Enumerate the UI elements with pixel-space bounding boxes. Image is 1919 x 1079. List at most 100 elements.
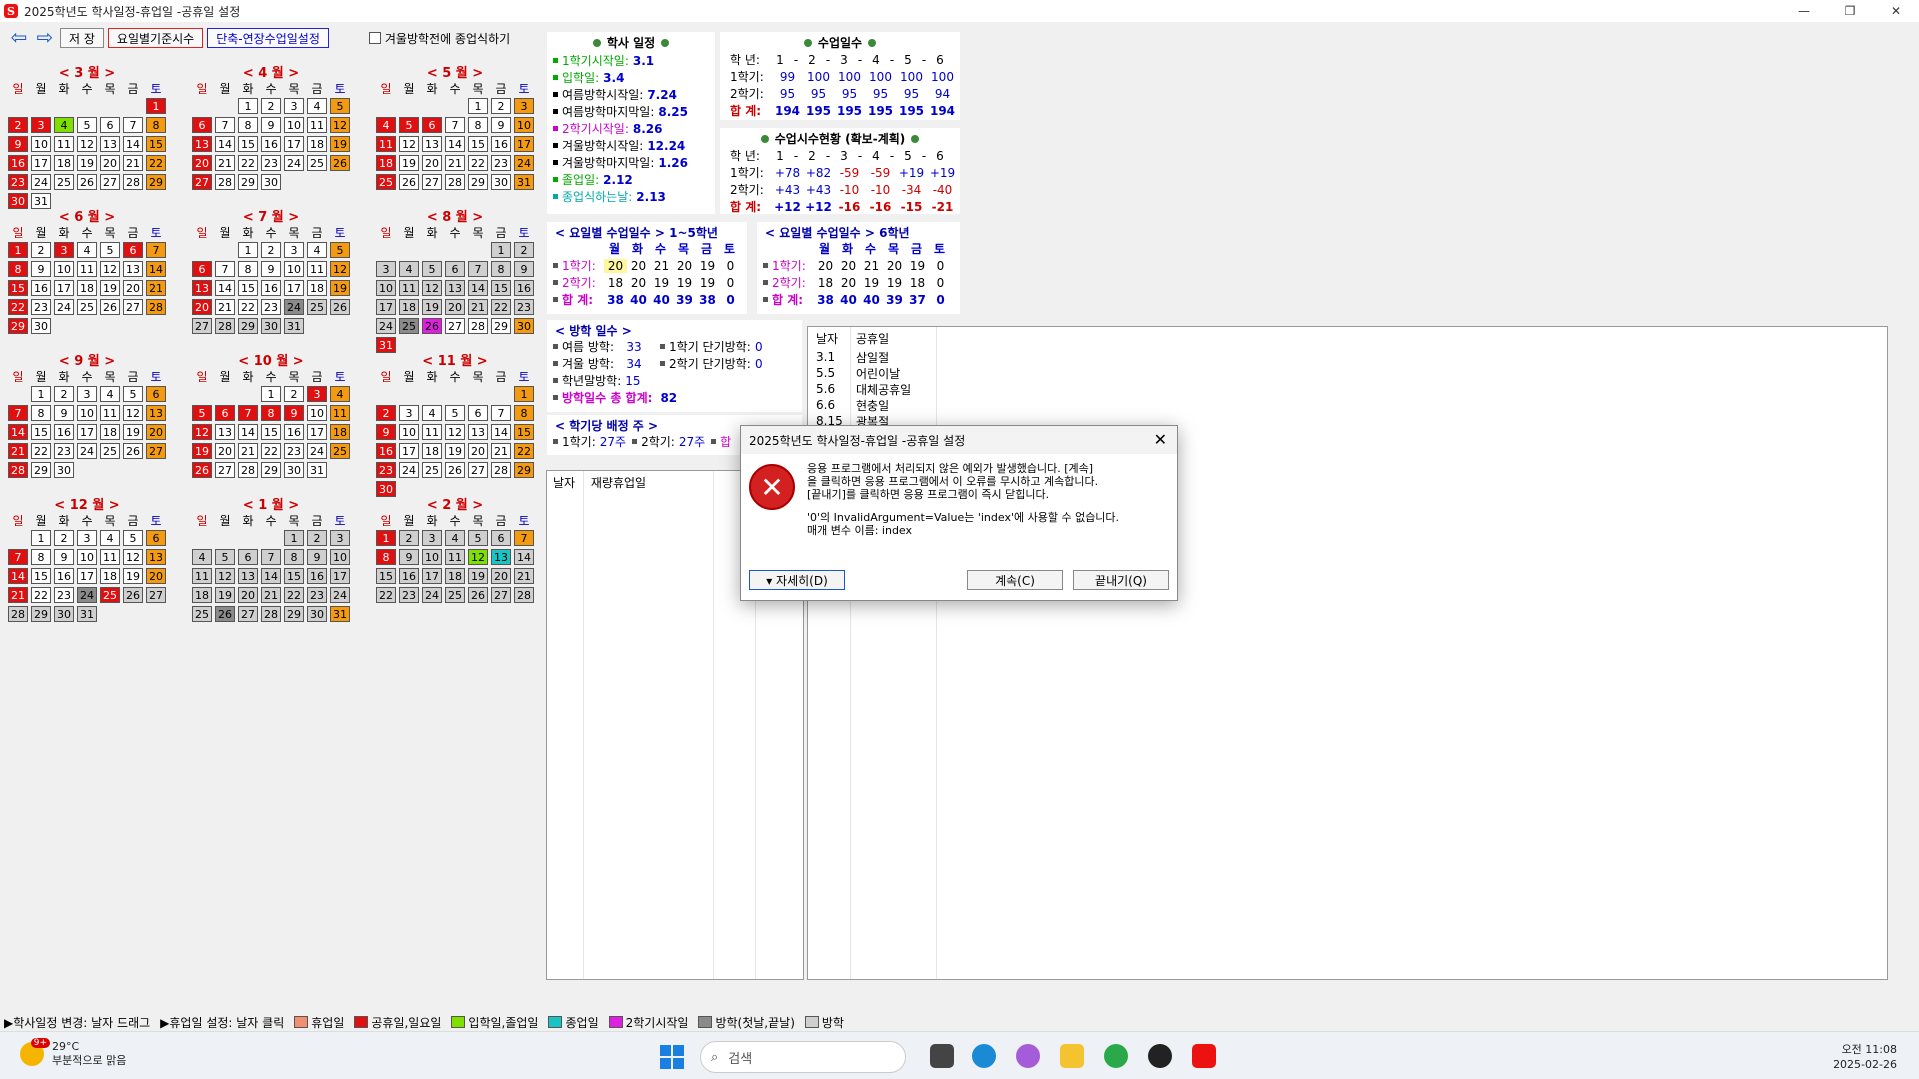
day-cell[interactable]: 24 xyxy=(31,174,51,190)
day-cell[interactable]: 23 xyxy=(376,462,396,478)
month-title[interactable]: < 10 월 > xyxy=(192,350,350,369)
day-cell[interactable]: 22 xyxy=(238,155,258,171)
day-cell[interactable]: 4 xyxy=(307,98,327,114)
day-cell[interactable]: 14 xyxy=(146,261,166,277)
day-cell[interactable]: 20 xyxy=(445,299,465,315)
day-cell[interactable]: 18 xyxy=(100,424,120,440)
day-cell[interactable]: 25 xyxy=(307,155,327,171)
day-cell[interactable]: 21 xyxy=(514,568,534,584)
day-cell[interactable]: 4 xyxy=(376,117,396,133)
day-cell[interactable]: 25 xyxy=(422,462,442,478)
day-cell[interactable]: 30 xyxy=(307,606,327,622)
weekday-standard-button[interactable]: 요일별기준시수 xyxy=(107,28,204,48)
day-cell[interactable]: 13 xyxy=(146,549,166,565)
day-cell[interactable]: 26 xyxy=(468,587,488,603)
day-cell[interactable]: 7 xyxy=(8,405,28,421)
day-cell[interactable]: 21 xyxy=(215,299,235,315)
table-row[interactable]: 6.6 현충일 xyxy=(808,397,1887,413)
day-cell[interactable]: 9 xyxy=(31,261,51,277)
day-cell[interactable]: 19 xyxy=(330,136,350,152)
day-cell[interactable]: 18 xyxy=(422,443,442,459)
day-cell[interactable]: 12 xyxy=(422,280,442,296)
day-cell[interactable]: 1 xyxy=(284,530,304,546)
day-cell[interactable]: 14 xyxy=(491,424,511,440)
day-cell[interactable]: 25 xyxy=(192,606,212,622)
minimize-button[interactable]: — xyxy=(1781,0,1827,22)
day-cell[interactable]: 26 xyxy=(192,462,212,478)
task-view-icon[interactable] xyxy=(930,1044,954,1068)
day-cell[interactable]: 30 xyxy=(54,462,74,478)
day-cell[interactable]: 29 xyxy=(31,606,51,622)
day-cell[interactable]: 15 xyxy=(261,424,281,440)
day-cell[interactable]: 15 xyxy=(238,280,258,296)
day-cell[interactable]: 3 xyxy=(307,386,327,402)
day-cell[interactable]: 22 xyxy=(238,299,258,315)
day-cell[interactable]: 15 xyxy=(376,568,396,584)
day-cell[interactable]: 6 xyxy=(238,549,258,565)
day-cell[interactable]: 23 xyxy=(514,299,534,315)
chrome-icon[interactable] xyxy=(1104,1044,1128,1068)
day-cell[interactable]: 19 xyxy=(468,568,488,584)
day-cell[interactable]: 11 xyxy=(192,568,212,584)
day-cell[interactable]: 1 xyxy=(31,386,51,402)
day-cell[interactable]: 3 xyxy=(77,386,97,402)
day-cell[interactable]: 5 xyxy=(215,549,235,565)
day-cell[interactable]: 17 xyxy=(54,280,74,296)
day-cell[interactable]: 30 xyxy=(261,174,281,190)
day-cell[interactable]: 11 xyxy=(376,136,396,152)
day-cell[interactable]: 27 xyxy=(215,462,235,478)
day-cell[interactable]: 25 xyxy=(77,299,97,315)
day-cell[interactable]: 2 xyxy=(54,530,74,546)
day-cell[interactable]: 8 xyxy=(146,117,166,133)
day-cell[interactable]: 25 xyxy=(330,443,350,459)
day-cell[interactable]: 17 xyxy=(307,424,327,440)
day-cell[interactable]: 31 xyxy=(514,174,534,190)
day-cell[interactable]: 31 xyxy=(307,462,327,478)
day-cell[interactable]: 8 xyxy=(491,261,511,277)
day-cell[interactable]: 26 xyxy=(77,174,97,190)
day-cell[interactable]: 27 xyxy=(192,318,212,334)
day-cell[interactable]: 9 xyxy=(491,117,511,133)
day-cell[interactable]: 9 xyxy=(307,549,327,565)
day-cell[interactable]: 26 xyxy=(445,462,465,478)
day-cell[interactable]: 30 xyxy=(31,318,51,334)
day-cell[interactable]: 4 xyxy=(54,117,74,133)
checkbox-box[interactable] xyxy=(368,32,381,44)
day-cell[interactable]: 6 xyxy=(215,405,235,421)
day-cell[interactable]: 20 xyxy=(192,299,212,315)
day-cell[interactable]: 29 xyxy=(514,462,534,478)
day-cell[interactable]: 12 xyxy=(77,136,97,152)
day-cell[interactable]: 21 xyxy=(491,443,511,459)
day-cell[interactable]: 13 xyxy=(238,568,258,584)
day-cell[interactable]: 24 xyxy=(307,443,327,459)
day-cell[interactable]: 6 xyxy=(422,117,442,133)
table-row[interactable]: 5.5 어린이날 xyxy=(808,365,1887,381)
weather-widget[interactable]: 9+ 29°C 부분적으로 맑음 xyxy=(20,1038,126,1068)
day-cell[interactable]: 11 xyxy=(445,549,465,565)
system-clock[interactable]: 오전 11:08 2025-02-26 xyxy=(1833,1042,1897,1072)
day-cell[interactable]: 7 xyxy=(445,117,465,133)
day-cell[interactable]: 4 xyxy=(422,405,442,421)
day-cell[interactable]: 3 xyxy=(376,261,396,277)
day-cell[interactable]: 18 xyxy=(192,587,212,603)
day-cell[interactable]: 16 xyxy=(491,136,511,152)
day-cell[interactable]: 16 xyxy=(399,568,419,584)
day-cell[interactable]: 21 xyxy=(468,299,488,315)
day-cell[interactable]: 21 xyxy=(261,587,281,603)
day-cell[interactable]: 14 xyxy=(261,568,281,584)
day-cell[interactable]: 10 xyxy=(284,261,304,277)
day-cell[interactable]: 28 xyxy=(8,606,28,622)
day-cell[interactable]: 18 xyxy=(399,299,419,315)
day-cell[interactable]: 21 xyxy=(123,155,143,171)
day-cell[interactable]: 27 xyxy=(422,174,442,190)
day-cell[interactable]: 1 xyxy=(146,98,166,114)
day-cell[interactable]: 2 xyxy=(54,386,74,402)
day-cell[interactable]: 7 xyxy=(238,405,258,421)
day-cell[interactable]: 25 xyxy=(100,587,120,603)
day-cell[interactable]: 31 xyxy=(284,318,304,334)
day-cell[interactable]: 13 xyxy=(100,136,120,152)
day-cell[interactable]: 19 xyxy=(330,280,350,296)
day-cell[interactable]: 22 xyxy=(284,587,304,603)
day-cell[interactable]: 2 xyxy=(514,242,534,258)
day-cell[interactable]: 22 xyxy=(376,587,396,603)
